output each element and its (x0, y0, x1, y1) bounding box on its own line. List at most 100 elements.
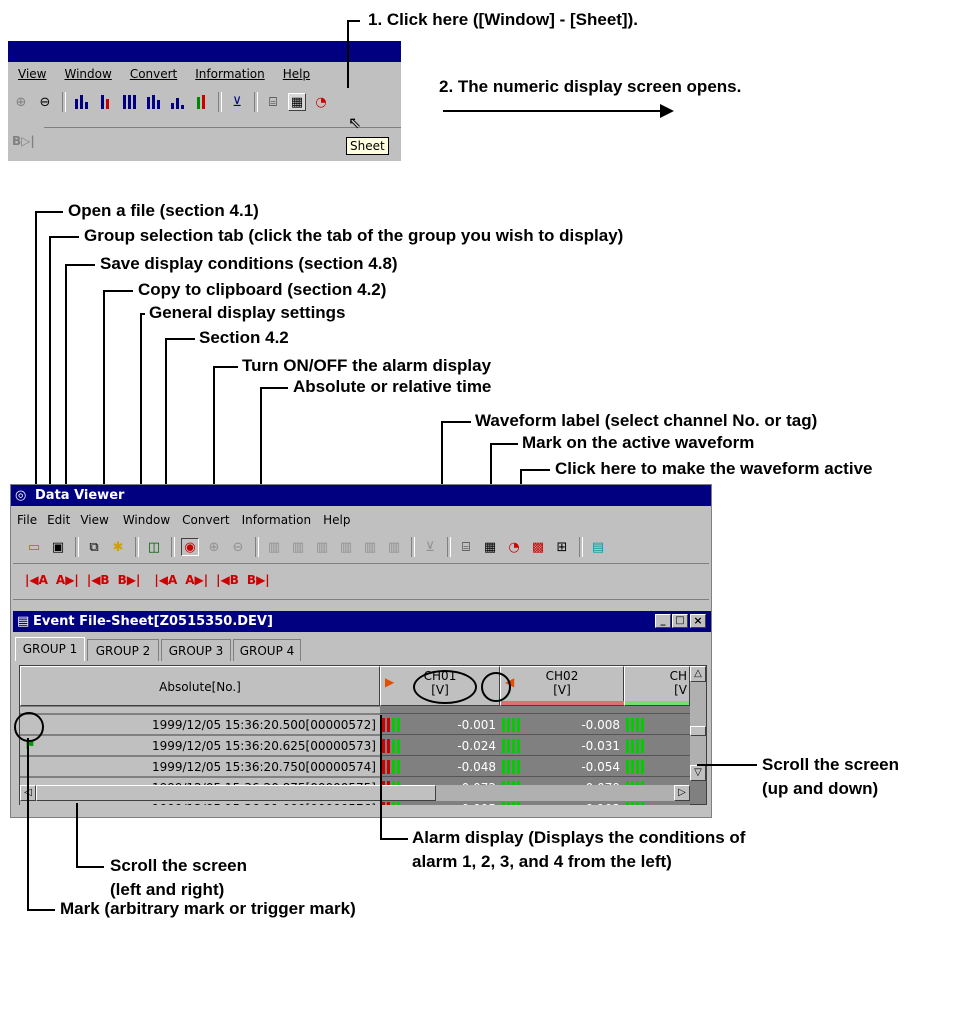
cursor-icon[interactable]: ⊻ (421, 538, 439, 556)
nav-a-prev[interactable]: |◀A (154, 573, 177, 587)
callout-mark-active: Mark on the active waveform (522, 433, 755, 452)
table-row[interactable]: 1999/12/05 15:36:20.625[00000573] ⚑ -0.024… (20, 736, 690, 757)
app-menu-bar: File Edit View Window Convert Informatio… (17, 513, 368, 527)
callout-section-42: Section 4.2 (199, 328, 289, 347)
time-column-header[interactable]: Absolute[No.] (20, 666, 380, 706)
cursor-icon[interactable]: ⊻ (228, 93, 246, 111)
tab-group-1[interactable]: GROUP 1 (15, 637, 85, 661)
callout-open-file: Open a file (section 4.1) (68, 201, 259, 220)
menu-help[interactable]: Help (323, 513, 350, 527)
waveform-icon[interactable]: ⌸ (264, 93, 282, 111)
menu-edit[interactable]: Edit (47, 513, 70, 527)
time-cell: 1999/12/05 15:36:20.625[00000573] (20, 736, 380, 756)
nav-b-next[interactable]: B▷| (12, 134, 35, 148)
bar-graph-2-icon[interactable] (96, 93, 114, 111)
clock-icon[interactable]: ◔ (312, 93, 330, 111)
scroll-right-button[interactable]: ▷ (674, 785, 690, 801)
callout-copy-clipboard: Copy to clipboard (section 4.2) (138, 280, 387, 299)
callout-general-display: General display settings (149, 303, 346, 322)
scroll-down-button[interactable]: ▽ (690, 765, 706, 781)
bars-4-icon[interactable] (144, 93, 162, 111)
alarm-indicator (502, 739, 520, 753)
minimize-button[interactable]: _ (655, 614, 671, 628)
menu-view[interactable]: View (18, 67, 46, 81)
nav-a-first[interactable]: |◀A (25, 573, 48, 587)
tab-group-2[interactable]: GROUP 2 (87, 639, 159, 661)
mouse-pointer-icon: ⇖ (348, 113, 362, 132)
callout-alarm-display: Alarm display (Displays the conditions o… (412, 828, 746, 847)
tab-group-3[interactable]: GROUP 3 (161, 639, 231, 661)
nav-b-prev[interactable]: |◀B (216, 573, 239, 587)
tab-group-4[interactable]: GROUP 4 (233, 639, 301, 661)
bars-6-icon[interactable] (192, 93, 210, 111)
nav-a-next[interactable]: A▶| (185, 573, 208, 587)
scroll-up-button[interactable]: △ (690, 666, 706, 682)
ch02-unit: [V] (553, 683, 571, 697)
callout-group-tab: Group selection tab (click the tab of th… (84, 226, 624, 245)
app-icon: ◎ (15, 488, 27, 503)
mark-active-highlight (481, 672, 511, 702)
copy-icon[interactable]: ⧉ (85, 538, 103, 556)
bars-4-icon[interactable]: ▥ (337, 538, 355, 556)
zoom-out-icon[interactable]: ⊖ (36, 93, 54, 111)
menu-file[interactable]: File (17, 513, 37, 527)
ch03-unit: [V (674, 683, 687, 697)
table-row[interactable]: 1999/12/05 15:36:20.500[00000572] -0.001-… (20, 715, 690, 736)
nav-b-next[interactable]: B▶| (247, 573, 270, 587)
alarm-indicator (626, 718, 644, 732)
table-row[interactable]: 1999/12/05 15:36:20.750[00000574] -0.048-… (20, 757, 690, 778)
color-grid-icon[interactable]: ▩ (529, 538, 547, 556)
table-icon[interactable]: ▤ (589, 538, 607, 556)
close-button[interactable]: × (690, 614, 706, 628)
callout-step1: 1. Click here ([Window] - [Sheet]). (368, 10, 638, 29)
menu-window[interactable]: Window (64, 67, 111, 81)
ch02-header[interactable]: ◀ CH02 [V] (500, 666, 625, 706)
app-title: Data Viewer (35, 488, 125, 503)
horizontal-scrollbar[interactable]: ◁ ▷ (20, 785, 690, 801)
nav-b-first[interactable]: |◀B (87, 573, 110, 587)
nav-b-last[interactable]: B▶| (118, 573, 141, 587)
menu-convert[interactable]: Convert (182, 513, 229, 527)
alarm-indicator (502, 760, 520, 774)
waveform-icon[interactable]: ⌸ (457, 538, 475, 556)
alarm-toggle-icon[interactable]: ◉ (181, 538, 199, 556)
callout-save-display: Save display conditions (section 4.8) (100, 254, 398, 273)
save-icon[interactable]: ▣ (49, 538, 67, 556)
menu-help[interactable]: Help (283, 67, 310, 81)
menu-bar: View Window Convert Information Help (18, 67, 328, 81)
zoom-in-icon[interactable]: ⊕ (12, 93, 30, 111)
open-file-icon[interactable]: ▭ (25, 538, 43, 556)
sheet-icon[interactable]: ▦ (288, 93, 306, 111)
menu-convert[interactable]: Convert (130, 67, 177, 81)
title-bar (8, 41, 401, 62)
bars-5-icon[interactable] (168, 93, 186, 111)
bars-6-icon[interactable]: ▥ (385, 538, 403, 556)
bar-graph-icon[interactable]: ▥ (265, 538, 283, 556)
horizontal-scroll-thumb[interactable] (36, 785, 436, 801)
ch03-header[interactable]: CH [V (624, 666, 690, 706)
bars-3-icon[interactable]: ▥ (313, 538, 331, 556)
clock-icon[interactable]: ◔ (505, 538, 523, 556)
menu-information[interactable]: Information (195, 67, 264, 81)
vertical-scroll-thumb[interactable] (690, 726, 706, 736)
menu-view[interactable]: View (80, 513, 108, 527)
bar-graph-2-icon[interactable]: ▥ (289, 538, 307, 556)
section-42-icon[interactable]: ◫ (145, 538, 163, 556)
window-icon[interactable]: ⊞ (553, 538, 571, 556)
callout-step2: 2. The numeric display screen opens. (439, 77, 742, 96)
data-viewer-window: ◎ Data Viewer File Edit View Window Conv… (10, 484, 712, 818)
menu-information[interactable]: Information (242, 513, 311, 527)
nav-a-last[interactable]: A▶| (56, 573, 79, 587)
zoom-in-icon[interactable]: ⊕ (205, 538, 223, 556)
bars-5-icon[interactable]: ▥ (361, 538, 379, 556)
sheet-icon[interactable]: ▦ (481, 538, 499, 556)
bars-3-icon[interactable] (120, 93, 138, 111)
maximize-button[interactable]: □ (672, 614, 688, 628)
menu-window[interactable]: Window (123, 513, 170, 527)
sheet-icon: ▤ (17, 614, 30, 629)
time-cell: 1999/12/05 15:36:20.750[00000574] (20, 757, 380, 777)
callout-scroll-updown: Scroll the screen (762, 755, 900, 774)
general-display-icon[interactable]: ✱ (109, 538, 127, 556)
zoom-out-icon[interactable]: ⊖ (229, 538, 247, 556)
bar-graph-icon[interactable] (72, 93, 90, 111)
